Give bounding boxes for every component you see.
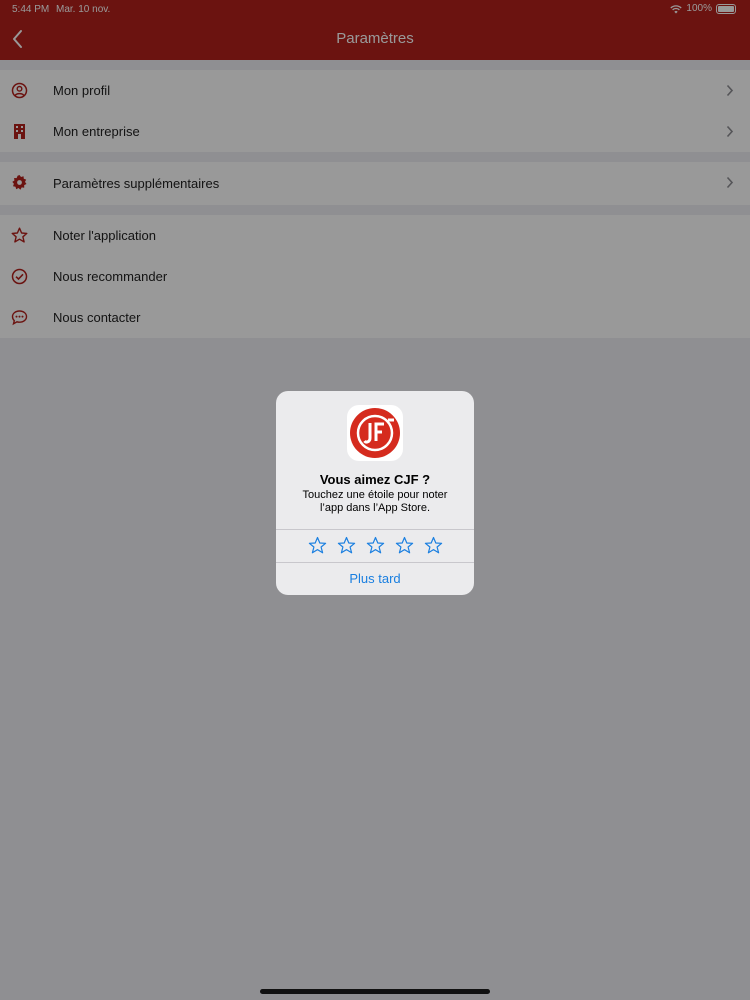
rating-star-3[interactable] (366, 536, 385, 555)
rating-star-1[interactable] (308, 536, 327, 555)
rating-stars (276, 529, 474, 562)
rating-star-4[interactable] (395, 536, 414, 555)
rating-star-2[interactable] (337, 536, 356, 555)
home-indicator[interactable] (260, 989, 490, 994)
later-button[interactable]: Plus tard (276, 563, 474, 595)
rating-alert: Vous aimez CJF ? Touchez une étoile pour… (276, 391, 474, 595)
alert-title: Vous aimez CJF ? (319, 472, 431, 487)
cjf-logo-icon (347, 405, 403, 461)
rating-star-5[interactable] (424, 536, 443, 555)
alert-message: Touchez une étoile pour noter l’app dans… (302, 489, 448, 514)
